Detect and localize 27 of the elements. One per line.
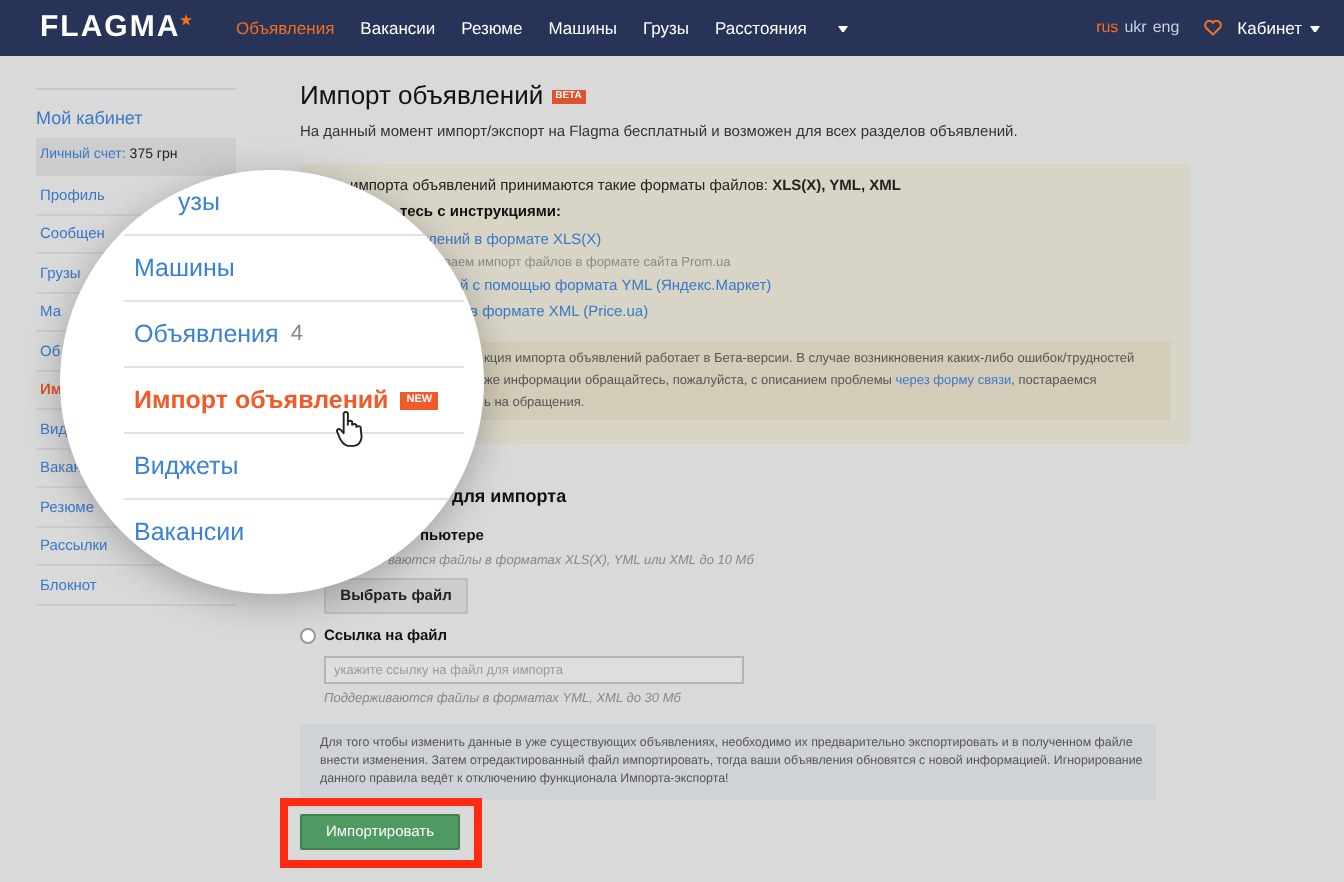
- menu-item[interactable]: Виджеты: [134, 447, 239, 485]
- menu-item[interactable]: Импорт объявлений: [134, 381, 389, 419]
- hand-cursor-icon: [334, 410, 366, 448]
- nav-link[interactable]: Вакансии: [360, 15, 436, 41]
- menu-item[interactable]: узы: [178, 183, 220, 221]
- nav-link[interactable]: Резюме: [461, 15, 523, 41]
- star-icon: [180, 14, 193, 26]
- sidebar-title[interactable]: Мой кабинет: [36, 106, 236, 130]
- language-link[interactable]: rus: [1096, 16, 1119, 40]
- logo[interactable]: FLAGMA: [40, 5, 181, 51]
- language-link[interactable]: ukr: [1124, 16, 1147, 40]
- section-heading: для импорта: [450, 484, 569, 508]
- account-menu[interactable]: Кабинет: [1237, 15, 1320, 41]
- menu-item[interactable]: Машины: [134, 249, 235, 287]
- radio-button[interactable]: [300, 628, 316, 644]
- nav-link[interactable]: Объявления: [236, 15, 335, 41]
- caret-icon: [1310, 25, 1320, 31]
- nav-link[interactable]: Машины: [548, 15, 618, 41]
- caret-icon[interactable]: [838, 25, 849, 31]
- page-title: Импорт объявлений: [300, 78, 544, 115]
- menu-item[interactable]: Вакансии: [134, 514, 245, 552]
- nav-link[interactable]: Грузы: [643, 15, 690, 41]
- item-count: 4: [290, 319, 303, 350]
- language-link[interactable]: eng: [1152, 16, 1180, 40]
- menu-item[interactable]: Объявления: [134, 315, 279, 353]
- heart-icon[interactable]: [1203, 20, 1222, 36]
- nav-link[interactable]: Расстояния: [715, 15, 807, 41]
